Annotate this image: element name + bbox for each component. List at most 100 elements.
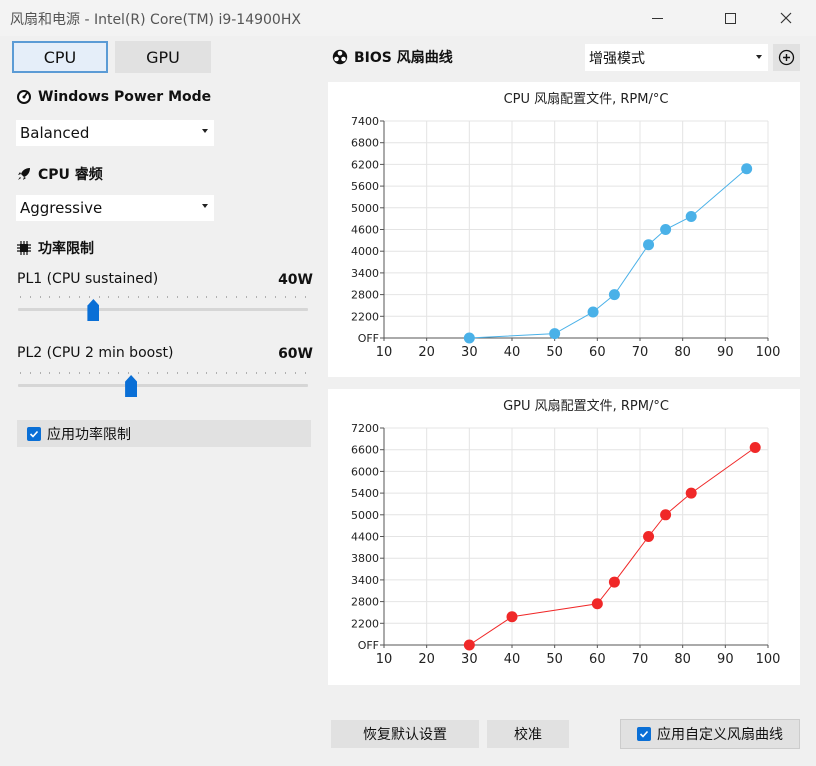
gauge-icon [17, 90, 31, 104]
maximize-button[interactable] [707, 0, 753, 36]
y-tick-label: 4600 [351, 224, 379, 237]
slider-tick [275, 372, 277, 374]
tab-cpu[interactable]: CPU [12, 41, 108, 73]
add-mode-button[interactable] [773, 44, 800, 71]
x-tick-label: 80 [674, 652, 691, 667]
cpu-fan-chart-svg: CPU 风扇配置文件, RPM/°C OFF 2200 2800 3400 4000 460… [351, 91, 781, 360]
power-mode-dropdown[interactable]: Balanced [16, 120, 214, 146]
maximize-icon [724, 12, 736, 24]
curve-point[interactable] [463, 332, 475, 344]
power-limit-heading-text: 功率限制 [38, 241, 94, 257]
slider-tick [206, 296, 208, 298]
cpu-fan-chart[interactable]: CPU 风扇配置文件, RPM/°C OFF 2200 2800 3400 4000 460… [328, 82, 800, 377]
slider-tick [206, 372, 208, 374]
y-tick-label: 2200 [351, 617, 379, 630]
curve-point[interactable] [660, 509, 672, 521]
chevron-down-icon [756, 55, 762, 59]
pl1-slider[interactable] [18, 296, 308, 326]
slider-tick [88, 296, 90, 298]
cpu-boost-heading: CPU 睿频 [16, 164, 103, 184]
slider-tick [108, 372, 110, 374]
slider-tick [186, 372, 188, 374]
curve-point[interactable] [685, 210, 697, 222]
curve-point[interactable] [549, 328, 561, 340]
y-tick-label: 5000 [351, 509, 379, 522]
y-tick-label: 7400 [351, 115, 379, 128]
x-tick-label: 50 [546, 345, 563, 360]
y-tick-label: 2200 [351, 310, 379, 323]
y-tick-label: 5600 [351, 180, 379, 193]
curve-point[interactable] [587, 306, 599, 318]
minimize-button[interactable] [634, 0, 680, 36]
curve-point[interactable] [591, 598, 603, 610]
curve-point[interactable] [741, 163, 753, 175]
slider-thumb[interactable] [87, 299, 100, 321]
slider-tick [88, 372, 90, 374]
slider-tick [59, 372, 61, 374]
slider-tick [294, 372, 296, 374]
reset-defaults-button[interactable]: 恢复默认设置 [331, 720, 479, 748]
tab-gpu[interactable]: GPU [115, 41, 211, 73]
y-tick-label: 4000 [351, 245, 379, 258]
slider-tick [255, 296, 257, 298]
y-tick-label: 5400 [351, 487, 379, 500]
window-title: 风扇和电源 - Intel(R) Core(TM) i9-14900HX [10, 12, 301, 28]
curve-point[interactable] [660, 224, 672, 235]
close-icon [780, 12, 792, 24]
slider-tick [98, 296, 100, 298]
chevron-down-icon [202, 204, 208, 208]
curve-point[interactable] [685, 487, 697, 499]
curve-point[interactable] [463, 639, 475, 651]
x-tick-label: 20 [418, 652, 435, 667]
cpu-boost-dropdown[interactable]: Aggressive [16, 195, 214, 221]
x-tick-label: 100 [756, 345, 781, 360]
y-tick-label: 5000 [351, 202, 379, 215]
slider-tick [49, 372, 51, 374]
x-tick-label: 40 [504, 345, 521, 360]
power-limit-heading: 功率限制 [16, 238, 94, 258]
slider-tick [157, 296, 159, 298]
curve-point[interactable] [643, 239, 655, 251]
pl1-label: PL1 (CPU sustained) [17, 271, 159, 287]
curve-point[interactable] [749, 442, 761, 454]
y-tick-label: 3400 [351, 574, 379, 587]
apply-custom-curve-checkbox[interactable]: 应用自定义风扇曲线 [620, 719, 800, 749]
cpu-boost-selected: Aggressive [20, 199, 103, 217]
curve-point[interactable] [608, 576, 620, 588]
y-tick-label: 3800 [351, 552, 379, 565]
curve-point[interactable] [643, 531, 655, 542]
slider-tick [255, 372, 257, 374]
slider-tick [284, 296, 286, 298]
slider-tick [294, 296, 296, 298]
calibrate-button[interactable]: 校准 [487, 720, 569, 748]
chip-icon [17, 241, 31, 255]
apply-custom-curve-label: 应用自定义风扇曲线 [657, 727, 783, 743]
slider-tick [127, 296, 129, 298]
fan-curve-heading: BIOS 风扇曲线 [332, 47, 453, 67]
slider-tick [59, 296, 61, 298]
fan-icon [332, 49, 348, 65]
chart-title: CPU 风扇配置文件, RPM/°C [504, 91, 669, 107]
curve-point[interactable] [506, 611, 518, 623]
gpu-fan-chart[interactable]: GPU 风扇配置文件, RPM/°C OFF 2200 2800 3400 3800 440… [328, 389, 800, 685]
checkbox-checked-icon [637, 727, 651, 741]
slider-thumb[interactable] [125, 375, 138, 397]
y-tick-label: 7200 [351, 422, 379, 435]
slider-tick [118, 296, 120, 298]
x-tick-label: 90 [717, 652, 734, 667]
slider-tick [216, 372, 218, 374]
fan-curve-heading-text: BIOS 风扇曲线 [354, 50, 453, 66]
slider-tick [137, 296, 139, 298]
slider-tick [304, 372, 306, 374]
slider-tick [39, 296, 41, 298]
apply-power-limit-checkbox[interactable]: 应用功率限制 [17, 420, 311, 447]
fan-mode-dropdown[interactable]: 增强模式 [585, 44, 768, 71]
curve-point[interactable] [608, 289, 620, 301]
pl2-slider[interactable] [18, 372, 308, 402]
slider-tick [20, 372, 21, 374]
power-mode-heading: Windows Power Mode [16, 89, 211, 105]
x-tick-label: 20 [418, 345, 435, 360]
apply-power-limit-label: 应用功率限制 [47, 426, 131, 443]
slider-tick [29, 372, 31, 374]
close-button[interactable] [763, 0, 809, 36]
